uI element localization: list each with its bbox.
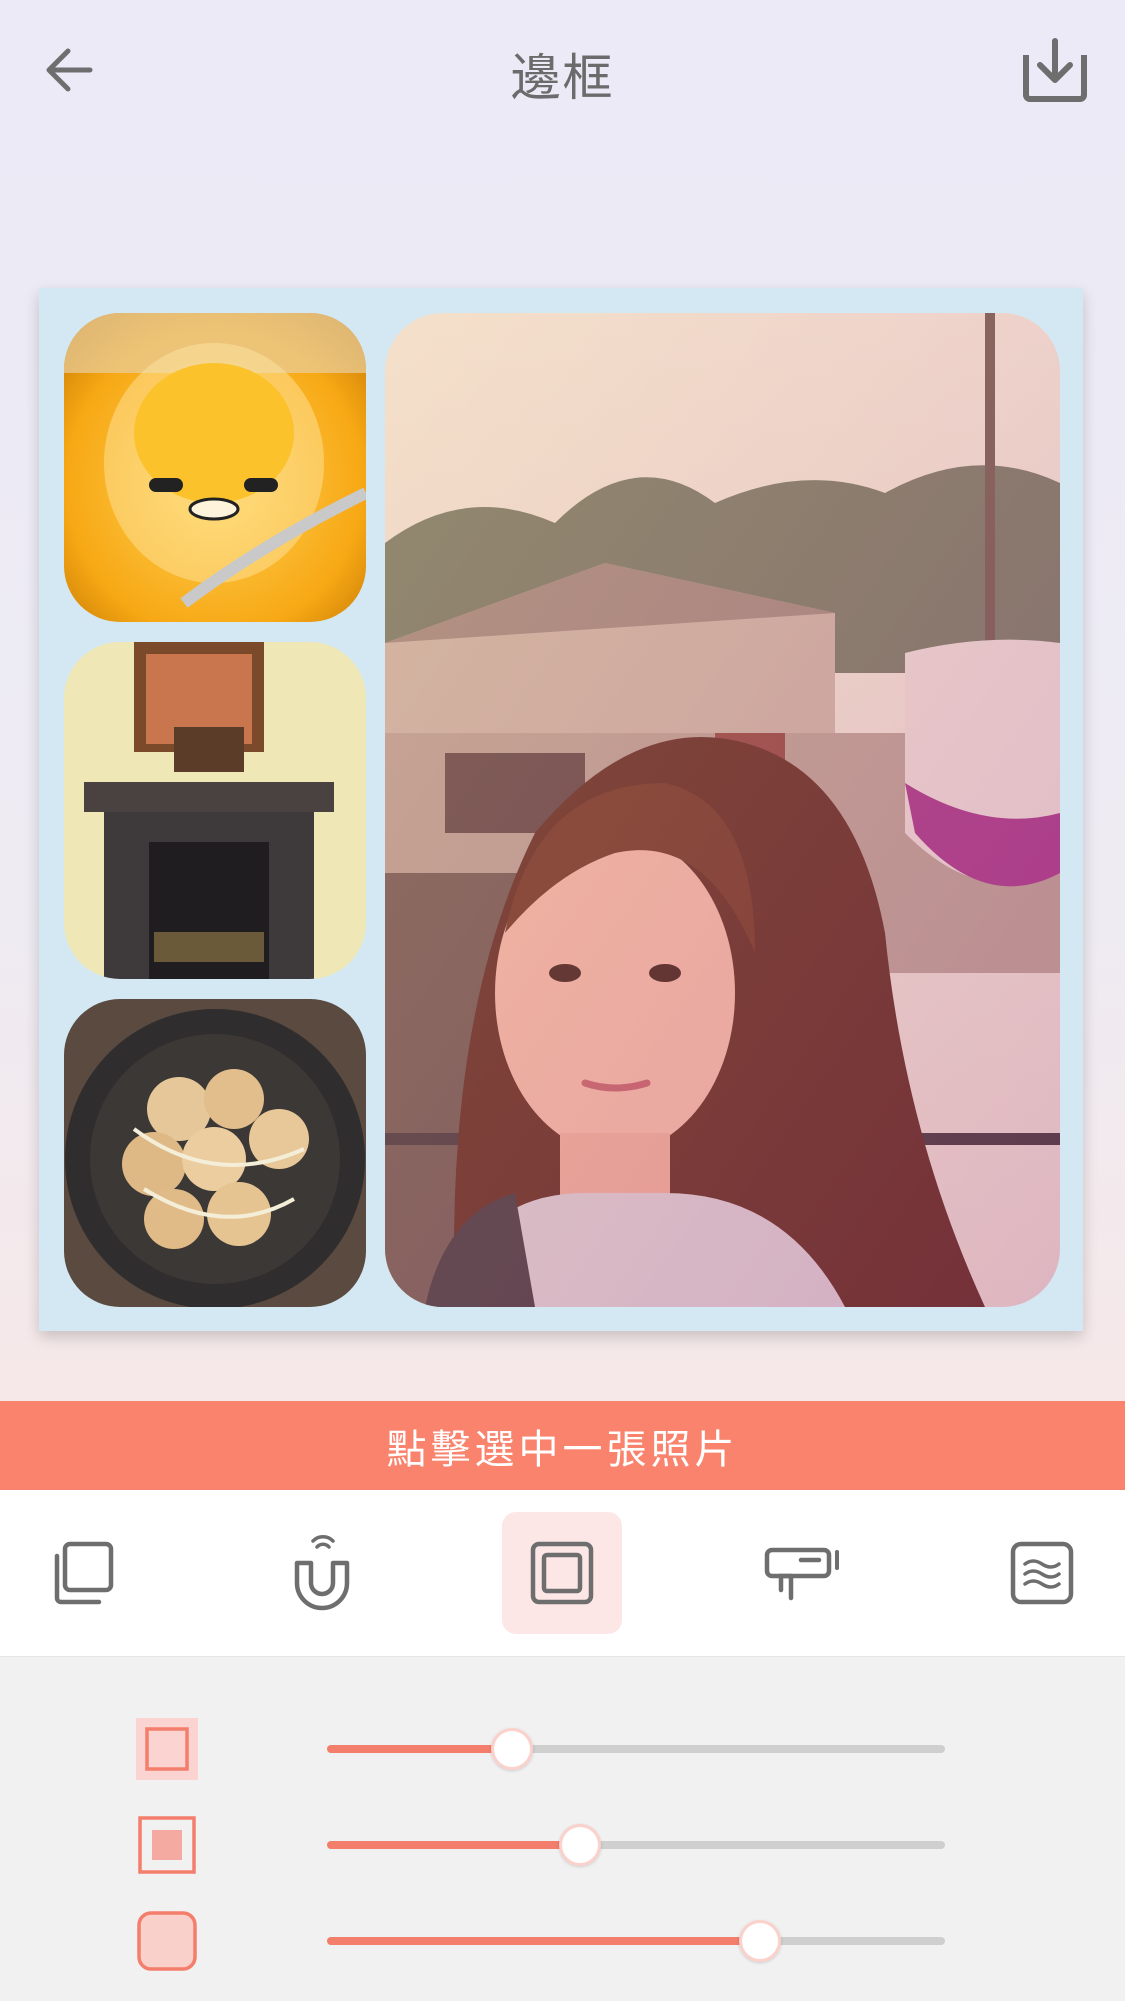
pattern-icon — [1010, 1541, 1074, 1605]
inner-border-icon — [138, 1816, 196, 1874]
select-photo-banner: 點擊選中一張照片 — [0, 1401, 1125, 1490]
inner-border-toggle[interactable] — [136, 1814, 198, 1876]
inner-border-row — [0, 1799, 1125, 1889]
banner-text: 點擊選中一張照片 — [386, 1426, 739, 1473]
corner-radius-slider-fill — [327, 1937, 760, 1945]
top-bar: 邊框 — [0, 0, 1125, 150]
download-icon — [1023, 38, 1087, 102]
inner-border-slider[interactable] — [327, 1824, 945, 1866]
magnet-icon — [294, 1535, 350, 1611]
corner-radius-icon — [137, 1911, 197, 1971]
outer-border-toggle[interactable] — [136, 1718, 198, 1780]
page-title: 邊框 — [510, 49, 615, 107]
inner-border-slider-thumb[interactable] — [559, 1824, 602, 1866]
collage-canvas — [39, 288, 1083, 1331]
border-settings-panel — [0, 1657, 1125, 2001]
text-bubble-icon — [764, 1547, 839, 1601]
layers-icon — [54, 1541, 114, 1605]
gudetama-dessert-photo[interactable] — [64, 313, 366, 622]
outer-border-slider[interactable] — [327, 1728, 945, 1770]
tool-bar — [0, 1490, 1125, 1657]
takoyaki-photo[interactable] — [64, 999, 366, 1307]
pattern-tool-button[interactable] — [982, 1512, 1102, 1634]
text-tool-button[interactable] — [742, 1512, 862, 1634]
magnet-tool-button[interactable] — [262, 1512, 382, 1634]
corner-radius-toggle[interactable] — [136, 1910, 198, 1972]
selfie-photo[interactable] — [385, 313, 1060, 1307]
fireplace-photo[interactable] — [64, 642, 366, 979]
outer-border-row — [0, 1703, 1125, 1793]
layers-tool-button[interactable] — [22, 1512, 142, 1634]
outer-border-slider-fill — [327, 1745, 513, 1753]
inner-border-slider-fill — [327, 1841, 581, 1849]
corner-radius-row — [0, 1895, 1125, 1985]
save-button[interactable] — [1013, 28, 1097, 112]
outer-border-slider-thumb[interactable] — [491, 1728, 534, 1770]
border-tool-button[interactable] — [502, 1512, 622, 1634]
corner-radius-slider-thumb[interactable] — [738, 1920, 781, 1962]
outer-border-icon — [145, 1727, 189, 1771]
corner-radius-slider[interactable] — [327, 1920, 945, 1962]
border-frame-icon — [530, 1541, 594, 1605]
